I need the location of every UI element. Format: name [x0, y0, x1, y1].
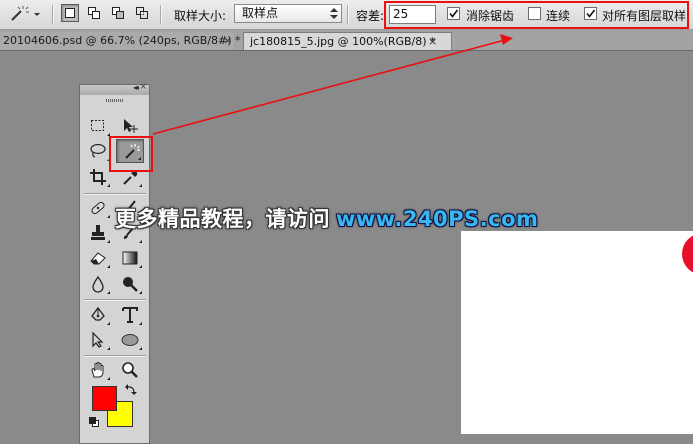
watermark-text: 更多精品教程，请访问	[115, 207, 330, 231]
tool-highlight-box	[109, 136, 153, 172]
watermark-url: www.240PS.com	[336, 207, 539, 231]
spot-healing-tool[interactable]	[84, 196, 112, 220]
swap-colors-icon[interactable]	[124, 383, 138, 397]
collapse-icon[interactable]: ◂◂	[133, 83, 139, 92]
sample-size-value: 取样点	[242, 6, 279, 20]
tools-separator	[84, 299, 146, 301]
water-drop-icon	[92, 275, 104, 293]
foreground-color-swatch[interactable]	[92, 386, 117, 411]
flyout-indicator	[139, 347, 142, 350]
add-to-selection-button[interactable]	[85, 4, 103, 22]
hand-tool[interactable]	[84, 358, 112, 382]
default-colors-icon[interactable]	[88, 416, 100, 428]
lasso-tool[interactable]	[84, 139, 112, 163]
flyout-indicator	[139, 184, 142, 187]
dodge-tool[interactable]	[116, 272, 144, 296]
spinner-arrows-icon	[330, 8, 338, 19]
flyout-indicator	[139, 240, 142, 243]
magnifier-dodge-icon	[123, 277, 138, 292]
flyout-indicator	[139, 322, 142, 325]
gradient-tool[interactable]	[116, 246, 144, 270]
flyout-indicator	[107, 265, 110, 268]
move-icon	[124, 119, 138, 133]
lasso-icon	[90, 143, 106, 158]
close-icon[interactable]: ×	[139, 82, 147, 92]
flyout-indicator	[107, 377, 110, 380]
marquee-tool[interactable]	[84, 114, 112, 138]
pen-tool[interactable]	[84, 303, 112, 327]
flyout-indicator	[139, 265, 142, 268]
document-canvas[interactable]	[461, 231, 693, 434]
watermark: 更多精品教程，请访问 www.240PS.com	[115, 203, 538, 233]
tool-preset-picker[interactable]	[6, 4, 44, 24]
tolerance-label: 容差:	[356, 9, 385, 23]
tab-jc180815-5-jpg[interactable]: jc180815_5.jpg @ 100%(RGB/8) * ×	[243, 32, 452, 50]
flyout-indicator	[107, 291, 110, 294]
intersect-selection-icon	[136, 7, 148, 19]
magnifier-icon	[122, 362, 138, 378]
tab-label: 20104606.psd @ 66.7% (240ps, RGB/8#) *	[3, 34, 241, 47]
magic-wand-icon	[11, 6, 40, 21]
separator	[160, 5, 162, 24]
zoom-tool[interactable]	[116, 358, 144, 382]
sample-size-label: 取样大小:	[174, 9, 227, 23]
drag-grip[interactable]	[106, 99, 124, 102]
blur-tool[interactable]	[84, 272, 112, 296]
options-highlight-box	[384, 1, 689, 29]
flyout-indicator	[139, 291, 142, 294]
sample-size-select[interactable]: 取样点	[234, 4, 342, 23]
subtract-from-selection-button[interactable]	[109, 4, 127, 22]
flyout-indicator	[107, 322, 110, 325]
tab-label: jc180815_5.jpg @ 100%(RGB/8) *	[250, 35, 436, 48]
shape-tool[interactable]	[116, 328, 144, 352]
subtract-selection-icon	[112, 7, 124, 19]
gradient-icon	[122, 251, 138, 265]
separator	[347, 5, 349, 24]
chevron-down-icon	[34, 13, 40, 16]
stamp-icon	[91, 225, 105, 240]
flyout-indicator	[107, 215, 110, 218]
type-tool[interactable]	[116, 303, 144, 327]
ellipse-shape-icon	[121, 334, 139, 346]
tools-separator	[84, 355, 146, 357]
clone-stamp-tool[interactable]	[84, 221, 112, 245]
eraser-tool[interactable]	[84, 246, 112, 270]
flyout-indicator	[107, 184, 110, 187]
eraser-icon	[90, 252, 106, 265]
intersect-selection-button[interactable]	[133, 4, 151, 22]
tab-20104606-psd[interactable]: 20104606.psd @ 66.7% (240ps, RGB/8#) * ×	[0, 32, 241, 50]
path-selection-arrow-icon	[92, 331, 104, 348]
path-selection-tool[interactable]	[84, 328, 112, 352]
move-tool[interactable]	[116, 114, 144, 138]
tools-separator	[84, 193, 146, 195]
close-icon[interactable]: ×	[428, 33, 437, 50]
options-bar: 取样大小: 取样点 容差: 25 消除锯齿 连续 对所有图层取样	[0, 0, 693, 30]
tools-panel-header[interactable]: ◂◂ ×	[80, 82, 149, 95]
type-icon	[122, 307, 138, 323]
bandage-icon	[91, 201, 105, 215]
new-selection-icon	[65, 8, 75, 18]
separator	[52, 5, 54, 24]
hand-icon	[91, 362, 104, 378]
add-selection-icon	[88, 7, 100, 19]
flyout-indicator	[107, 347, 110, 350]
rect-marquee-icon	[91, 120, 104, 131]
close-icon[interactable]: ×	[223, 32, 232, 49]
document-tab-bar: 20104606.psd @ 66.7% (240ps, RGB/8#) * ×…	[0, 30, 693, 51]
flyout-indicator	[107, 240, 110, 243]
pen-icon	[91, 306, 105, 321]
crop-tool[interactable]	[84, 165, 112, 189]
new-selection-button[interactable]	[61, 4, 79, 22]
crop-icon	[90, 169, 106, 185]
